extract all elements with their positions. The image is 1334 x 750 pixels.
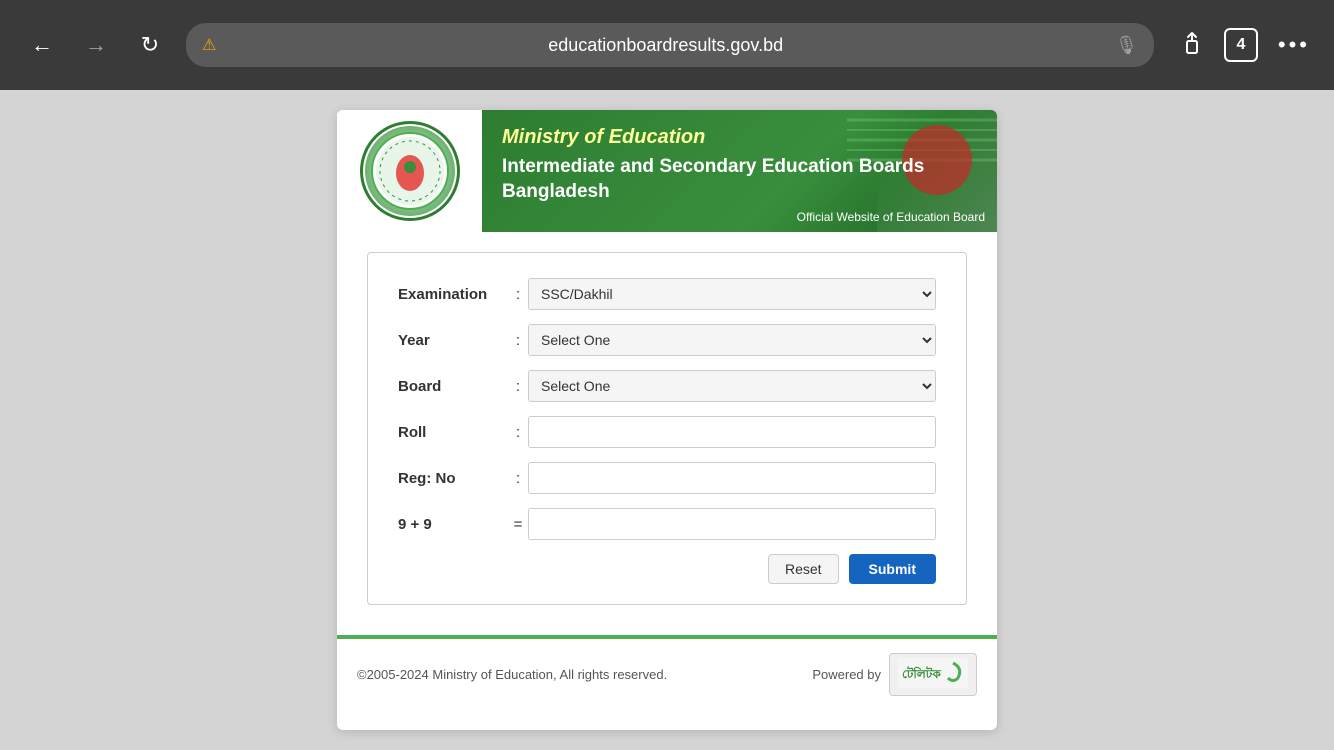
- roll-label: Roll: [398, 424, 508, 441]
- form-actions: Reset Submit: [398, 554, 936, 584]
- roll-colon: :: [508, 424, 528, 441]
- captcha-label: 9 + 9: [398, 516, 508, 533]
- reload-button[interactable]: ↻: [132, 27, 168, 63]
- examination-colon: :: [508, 286, 528, 303]
- powered-by-text: Powered by: [812, 667, 881, 682]
- ministry-title: Ministry of Education: [502, 126, 977, 149]
- tab-count[interactable]: 4: [1224, 28, 1258, 62]
- more-button[interactable]: •••: [1278, 32, 1310, 58]
- board-row: Board : Select One Dhaka Chittagong Rajs…: [398, 370, 936, 402]
- regno-input[interactable]: [528, 462, 936, 494]
- reset-button[interactable]: Reset: [768, 554, 839, 584]
- year-row: Year : Select One 2024 2023 2022: [398, 324, 936, 356]
- browser-chrome: ← → ↻ ⚠ educationboardresults.gov.bd 🎙 4…: [0, 0, 1334, 90]
- board-select[interactable]: Select One Dhaka Chittagong Rajshahi: [528, 370, 936, 402]
- regno-colon: :: [508, 470, 528, 487]
- roll-row: Roll :: [398, 416, 936, 448]
- share-button[interactable]: [1180, 31, 1204, 59]
- teletalk-logo: টেলিটক: [889, 653, 977, 696]
- address-bar[interactable]: ⚠ educationboardresults.gov.bd 🎙: [186, 23, 1154, 67]
- forward-button[interactable]: →: [78, 27, 114, 63]
- examination-label: Examination: [398, 286, 508, 303]
- svg-text:টেলিটক: টেলিটক: [902, 666, 941, 681]
- logo-seal: [360, 121, 460, 221]
- form-section: Examination : SSC/Dakhil HSC/Alim JSC/JD…: [337, 232, 997, 635]
- header-text: Ministry of Education Intermediate and S…: [482, 110, 997, 204]
- footer-copyright: ©2005-2024 Ministry of Education, All ri…: [357, 667, 667, 682]
- roll-input[interactable]: [528, 416, 936, 448]
- header-logo: [337, 110, 482, 232]
- board-title: Intermediate and Secondary Education Boa…: [502, 155, 977, 204]
- regno-row: Reg: No :: [398, 462, 936, 494]
- form-box: Examination : SSC/Dakhil HSC/Alim JSC/JD…: [367, 252, 967, 605]
- year-colon: :: [508, 332, 528, 349]
- page-content: Ministry of Education Intermediate and S…: [0, 90, 1334, 750]
- year-select[interactable]: Select One 2024 2023 2022: [528, 324, 936, 356]
- board-colon: :: [508, 378, 528, 395]
- mic-icon[interactable]: 🎙: [1115, 35, 1138, 56]
- captcha-equals: =: [508, 516, 528, 533]
- captcha-input[interactable]: [528, 508, 936, 540]
- site-header: Ministry of Education Intermediate and S…: [337, 110, 997, 232]
- header-info: Ministry of Education Intermediate and S…: [482, 110, 997, 232]
- footer-powered: Powered by টেলিটক: [812, 653, 977, 696]
- site-footer: ©2005-2024 Ministry of Education, All ri…: [337, 635, 997, 710]
- examination-select[interactable]: SSC/Dakhil HSC/Alim JSC/JDC: [528, 278, 936, 310]
- site-container: Ministry of Education Intermediate and S…: [337, 110, 997, 730]
- regno-label: Reg: No: [398, 470, 508, 487]
- captcha-row: 9 + 9 =: [398, 508, 936, 540]
- back-button[interactable]: ←: [24, 27, 60, 63]
- url-text: educationboardresults.gov.bd: [226, 35, 1105, 56]
- browser-actions: 4 •••: [1180, 28, 1310, 62]
- examination-row: Examination : SSC/Dakhil HSC/Alim JSC/JD…: [398, 278, 936, 310]
- year-label: Year: [398, 332, 508, 349]
- warning-icon: ⚠: [202, 35, 216, 55]
- board-label: Board: [398, 378, 508, 395]
- submit-button[interactable]: Submit: [849, 554, 936, 584]
- official-website: Official Website of Education Board: [482, 204, 997, 232]
